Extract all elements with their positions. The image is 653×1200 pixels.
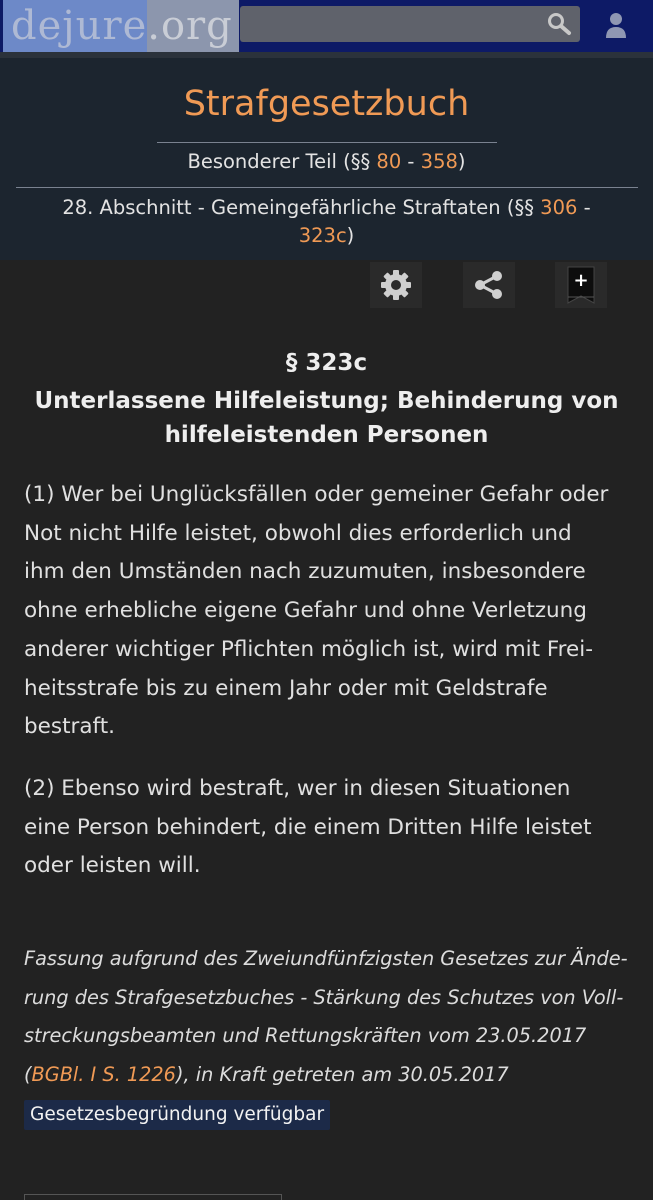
search-input[interactable] (240, 6, 580, 42)
site-logo[interactable]: dejure .org (3, 0, 239, 52)
next-element-edge (24, 1194, 282, 1200)
search-icon[interactable] (546, 12, 572, 36)
paragraph-title-line: Unterlassene Hilfeleistung; Behinderung … (34, 388, 619, 414)
logo-org: .org (147, 0, 239, 52)
text-line: Not nicht Hilfe leistet, obwohl dies erf… (24, 520, 572, 546)
text-line: bestraft. (24, 714, 115, 740)
gear-icon (381, 270, 411, 300)
toolbar: + (0, 262, 653, 310)
paragraph-title-line: hilfeleistenden Personen (164, 422, 489, 448)
logo-dejure: dejure (3, 0, 148, 52)
paren-open: ( (24, 1062, 32, 1086)
text-line: (2) Ebenso wird bestraft, wer in diesen … (24, 776, 571, 801)
text-line: Fassung aufgrund des Zweiundfünfzigsten … (24, 947, 628, 970)
text-line: streckungsbeamten und Rettungskräften vo… (24, 1024, 587, 1047)
paragraph-number: § 323c (285, 350, 368, 376)
text-line: heitsstrafe bis zu einem Jahr oder mit G… (24, 675, 548, 701)
absatz-2: (2) Ebenso wird bestraft, wer in diesen … (24, 770, 636, 886)
divider (16, 187, 638, 188)
book-title[interactable]: Strafgesetzbuch (0, 84, 653, 124)
section-dash: - (577, 196, 591, 219)
gesetzesbegruendung-button[interactable]: Gesetzesbegründung verfügbar (24, 1100, 331, 1130)
text-line: rung des Strafgesetzbuches - Stärkung de… (24, 985, 624, 1009)
part-to-link[interactable]: 358 (421, 150, 458, 173)
text-line: ohne erhebliche eigene Gefahr und ohne V… (24, 598, 587, 624)
user-icon[interactable] (603, 10, 629, 40)
bookmark-plus: + (573, 270, 588, 291)
bgbl-link[interactable]: BGBl. I S. 1226 (32, 1063, 176, 1086)
version-note: Fassung aufgrund des Zweiundfünfzigsten … (24, 940, 636, 1094)
text-line: oder leisten will. (24, 853, 201, 879)
law-header: Strafgesetzbuch Besonderer Teil (§§ 80 -… (0, 52, 653, 260)
section-suffix: ) (346, 224, 355, 247)
bookmark-add-icon: + (567, 266, 595, 304)
share-icon (475, 271, 502, 299)
share-button[interactable] (463, 262, 515, 308)
top-bar: dejure .org (0, 0, 653, 52)
section-prefix: 28. Abschnitt - Gemeingefährliche Straft… (62, 196, 541, 219)
part-prefix: Besonderer Teil (§§ (187, 150, 377, 173)
part-dash: - (401, 150, 421, 173)
section-to-link[interactable]: 323c (299, 224, 347, 247)
in-kraft-text: ), in Kraft getreten am 30.05.2017 (175, 1062, 509, 1086)
add-bookmark-button[interactable]: + (555, 262, 607, 308)
section-from-link[interactable]: 306 (540, 196, 577, 219)
divider (157, 142, 497, 143)
settings-button[interactable] (370, 262, 422, 308)
text-line: anderer wichtiger Pflichten möglich ist,… (24, 636, 594, 662)
text-line: ihm den Umständen nach zuzumuten, insbes… (24, 559, 586, 585)
text-line: (1) Wer bei Unglücksfällen oder gemeiner… (24, 482, 609, 507)
paragraph-title: Unterlassene Hilfeleistung; Behinderung … (20, 384, 633, 452)
part-breadcrumb: Besonderer Teil (§§ 80 - 358) (0, 150, 653, 173)
section-breadcrumb: 28. Abschnitt - Gemeingefährliche Straft… (40, 194, 613, 250)
text-line: (BGBl. I S. 1226), in Kraft getreten am … (24, 1056, 636, 1095)
text-line: eine Person behindert, die einem Dritten… (24, 814, 592, 840)
part-suffix: ) (457, 150, 466, 173)
part-from-link[interactable]: 80 (376, 150, 401, 173)
absatz-1: (1) Wer bei Unglücksfällen oder gemeiner… (24, 476, 636, 747)
